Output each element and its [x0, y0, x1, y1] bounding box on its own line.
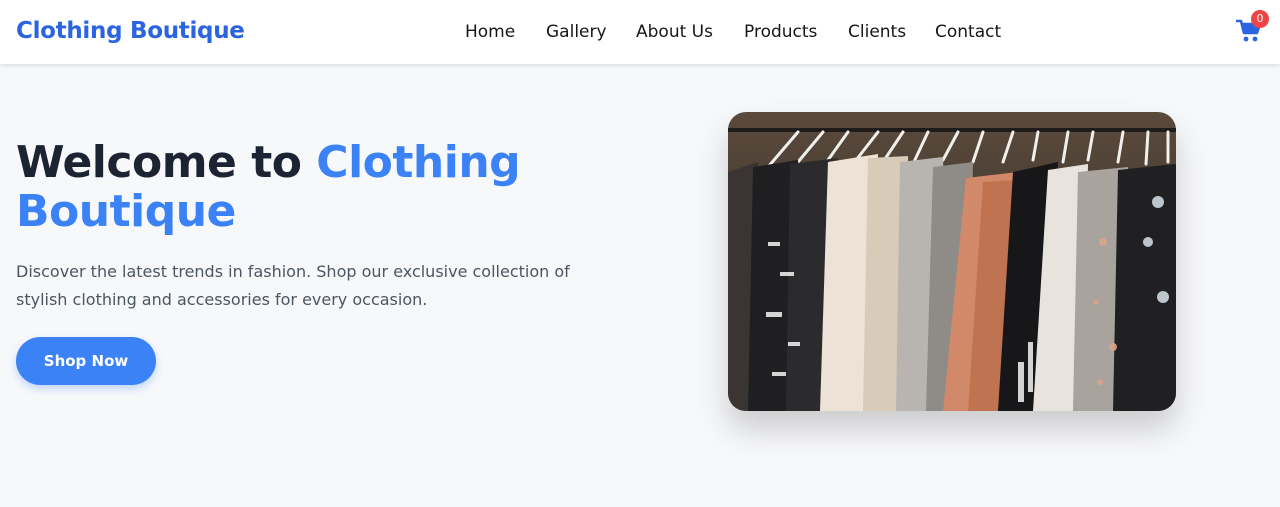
- nav-link-home[interactable]: Home: [465, 22, 515, 42]
- shop-now-button[interactable]: Shop Now: [16, 337, 156, 385]
- nav-link-about-us[interactable]: About Us: [636, 22, 713, 42]
- top-navbar: Clothing Boutique Home Gallery About Us …: [0, 0, 1280, 64]
- hero-description: Discover the latest trends in fashion. S…: [16, 262, 570, 309]
- clothing-rack-image: [728, 112, 1176, 411]
- nav-link-clients[interactable]: Clients: [848, 22, 906, 42]
- hero-title-prefix: Welcome to: [16, 137, 317, 188]
- main-nav: Home Gallery About Us Products Clients C…: [0, 22, 1280, 46]
- nav-link-contact[interactable]: Contact: [935, 22, 1001, 42]
- hero-image: [728, 112, 1176, 411]
- nav-link-gallery[interactable]: Gallery: [546, 22, 607, 42]
- hero-title: Welcome to Clothing Boutique: [16, 138, 656, 236]
- nav-link-products[interactable]: Products: [744, 22, 817, 42]
- cart-button[interactable]: 0: [1235, 10, 1269, 46]
- cart-count-badge: 0: [1251, 10, 1269, 28]
